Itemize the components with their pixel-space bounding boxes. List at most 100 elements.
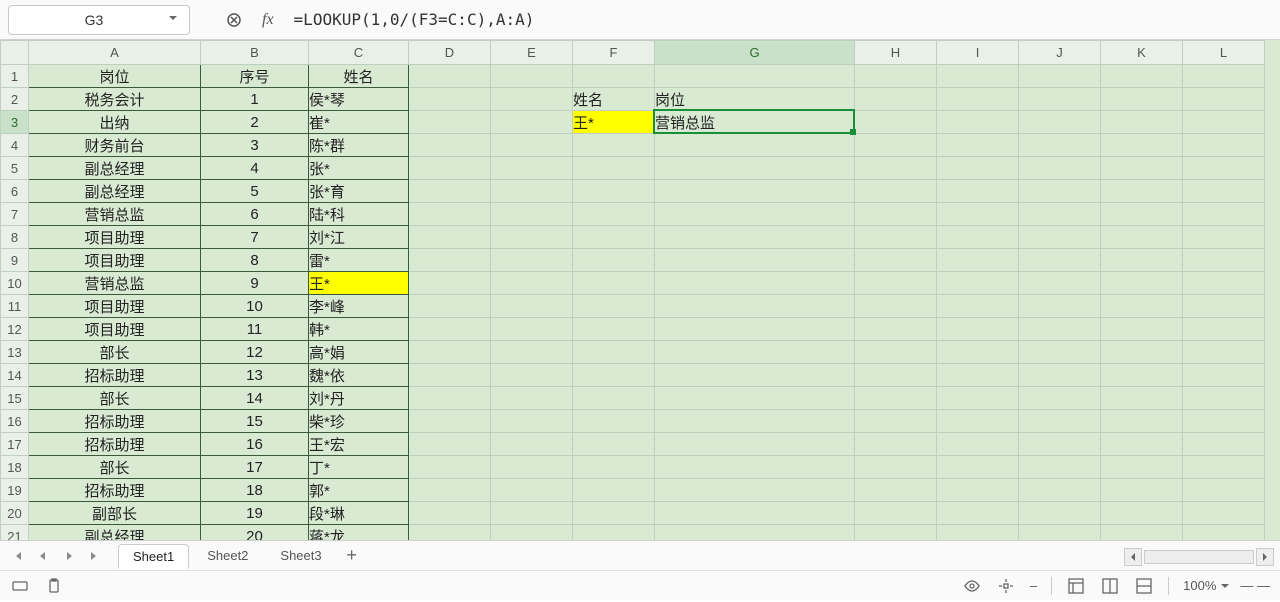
horizontal-scrollbar[interactable] xyxy=(1124,548,1274,566)
row-header[interactable]: 6 xyxy=(1,180,29,203)
cell[interactable] xyxy=(491,525,573,541)
cell[interactable]: 陈*群 xyxy=(309,134,409,157)
cell[interactable]: 侯*琴 xyxy=(309,88,409,111)
cell[interactable]: 郭* xyxy=(309,479,409,502)
cell[interactable] xyxy=(1019,180,1101,203)
eye-icon[interactable] xyxy=(962,576,982,596)
cell[interactable] xyxy=(573,226,655,249)
cell[interactable] xyxy=(855,111,937,134)
cell[interactable] xyxy=(655,65,855,88)
cell[interactable] xyxy=(491,433,573,456)
cell[interactable]: 陆*科 xyxy=(309,203,409,226)
cell[interactable] xyxy=(573,410,655,433)
clipboard-icon[interactable] xyxy=(44,576,64,596)
cell[interactable] xyxy=(1183,318,1265,341)
cell[interactable]: 部长 xyxy=(29,456,201,479)
cell[interactable] xyxy=(937,410,1019,433)
cell[interactable] xyxy=(409,479,491,502)
cell[interactable]: 营销总监 xyxy=(655,111,855,134)
cell[interactable]: 丁* xyxy=(309,456,409,479)
grid-area[interactable]: ABCDEFGHIJKL 1岗位序号姓名2税务会计1侯*琴姓名岗位3出纳2崔*王… xyxy=(0,40,1280,540)
cell[interactable] xyxy=(491,134,573,157)
cell[interactable]: 20 xyxy=(201,525,309,541)
cell[interactable] xyxy=(1019,295,1101,318)
cell[interactable]: 岗位 xyxy=(29,65,201,88)
cell[interactable] xyxy=(1101,249,1183,272)
cell[interactable] xyxy=(1101,525,1183,541)
cell[interactable] xyxy=(1019,433,1101,456)
cell[interactable]: 张* xyxy=(309,157,409,180)
cell[interactable] xyxy=(855,272,937,295)
cell[interactable] xyxy=(573,387,655,410)
cell[interactable] xyxy=(1019,502,1101,525)
cell[interactable] xyxy=(855,479,937,502)
cell[interactable] xyxy=(409,111,491,134)
cell[interactable] xyxy=(409,456,491,479)
cell[interactable] xyxy=(491,272,573,295)
page-break-view-icon[interactable] xyxy=(1134,576,1154,596)
cell[interactable] xyxy=(855,502,937,525)
cell[interactable] xyxy=(491,479,573,502)
cell[interactable] xyxy=(1183,479,1265,502)
cell[interactable] xyxy=(937,157,1019,180)
row-header[interactable]: 20 xyxy=(1,502,29,525)
cell[interactable] xyxy=(573,364,655,387)
cell[interactable]: 14 xyxy=(201,387,309,410)
cell[interactable]: 项目助理 xyxy=(29,249,201,272)
cell[interactable] xyxy=(855,180,937,203)
cell[interactable]: 4 xyxy=(201,157,309,180)
cell[interactable]: 13 xyxy=(201,364,309,387)
cancel-formula-icon[interactable] xyxy=(222,8,246,32)
cell[interactable] xyxy=(937,479,1019,502)
cell[interactable] xyxy=(1019,364,1101,387)
cell[interactable] xyxy=(491,180,573,203)
cell[interactable] xyxy=(1019,226,1101,249)
cell[interactable]: 副部长 xyxy=(29,502,201,525)
cell[interactable] xyxy=(573,203,655,226)
zoom-control[interactable]: 100% — — xyxy=(1183,578,1270,593)
cell[interactable] xyxy=(937,502,1019,525)
cell[interactable] xyxy=(855,456,937,479)
cell[interactable] xyxy=(655,134,855,157)
cell[interactable]: 5 xyxy=(201,180,309,203)
cell[interactable] xyxy=(855,203,937,226)
cell[interactable]: 16 xyxy=(201,433,309,456)
cell[interactable] xyxy=(1183,410,1265,433)
cell[interactable]: 王* xyxy=(309,272,409,295)
cell[interactable] xyxy=(491,502,573,525)
cell[interactable] xyxy=(1183,341,1265,364)
cell[interactable] xyxy=(655,502,855,525)
cell[interactable] xyxy=(855,525,937,541)
formula-input[interactable] xyxy=(290,6,1272,34)
cell[interactable]: 1 xyxy=(201,88,309,111)
scroll-track[interactable] xyxy=(1144,550,1254,564)
cell[interactable]: 招标助理 xyxy=(29,433,201,456)
cell[interactable] xyxy=(1019,410,1101,433)
cell[interactable]: 9 xyxy=(201,272,309,295)
cell[interactable] xyxy=(655,456,855,479)
cell[interactable] xyxy=(937,249,1019,272)
cell[interactable]: 雷* xyxy=(309,249,409,272)
cell[interactable] xyxy=(655,410,855,433)
cell[interactable] xyxy=(655,387,855,410)
sheet-tab[interactable]: Sheet3 xyxy=(266,544,335,569)
cell[interactable] xyxy=(491,410,573,433)
cell[interactable] xyxy=(855,410,937,433)
cell[interactable] xyxy=(491,364,573,387)
cell[interactable] xyxy=(1019,387,1101,410)
cell[interactable] xyxy=(409,410,491,433)
cell[interactable] xyxy=(937,180,1019,203)
cell[interactable] xyxy=(1183,272,1265,295)
column-header[interactable]: B xyxy=(201,41,309,65)
cell[interactable]: 营销总监 xyxy=(29,272,201,295)
cell[interactable] xyxy=(573,502,655,525)
cell[interactable] xyxy=(1101,226,1183,249)
cell[interactable] xyxy=(573,249,655,272)
cell[interactable]: 19 xyxy=(201,502,309,525)
cell[interactable] xyxy=(1183,111,1265,134)
fx-label[interactable]: fx xyxy=(256,11,280,29)
cell[interactable] xyxy=(409,364,491,387)
cell[interactable] xyxy=(1183,203,1265,226)
cell[interactable]: 17 xyxy=(201,456,309,479)
cell[interactable] xyxy=(655,203,855,226)
